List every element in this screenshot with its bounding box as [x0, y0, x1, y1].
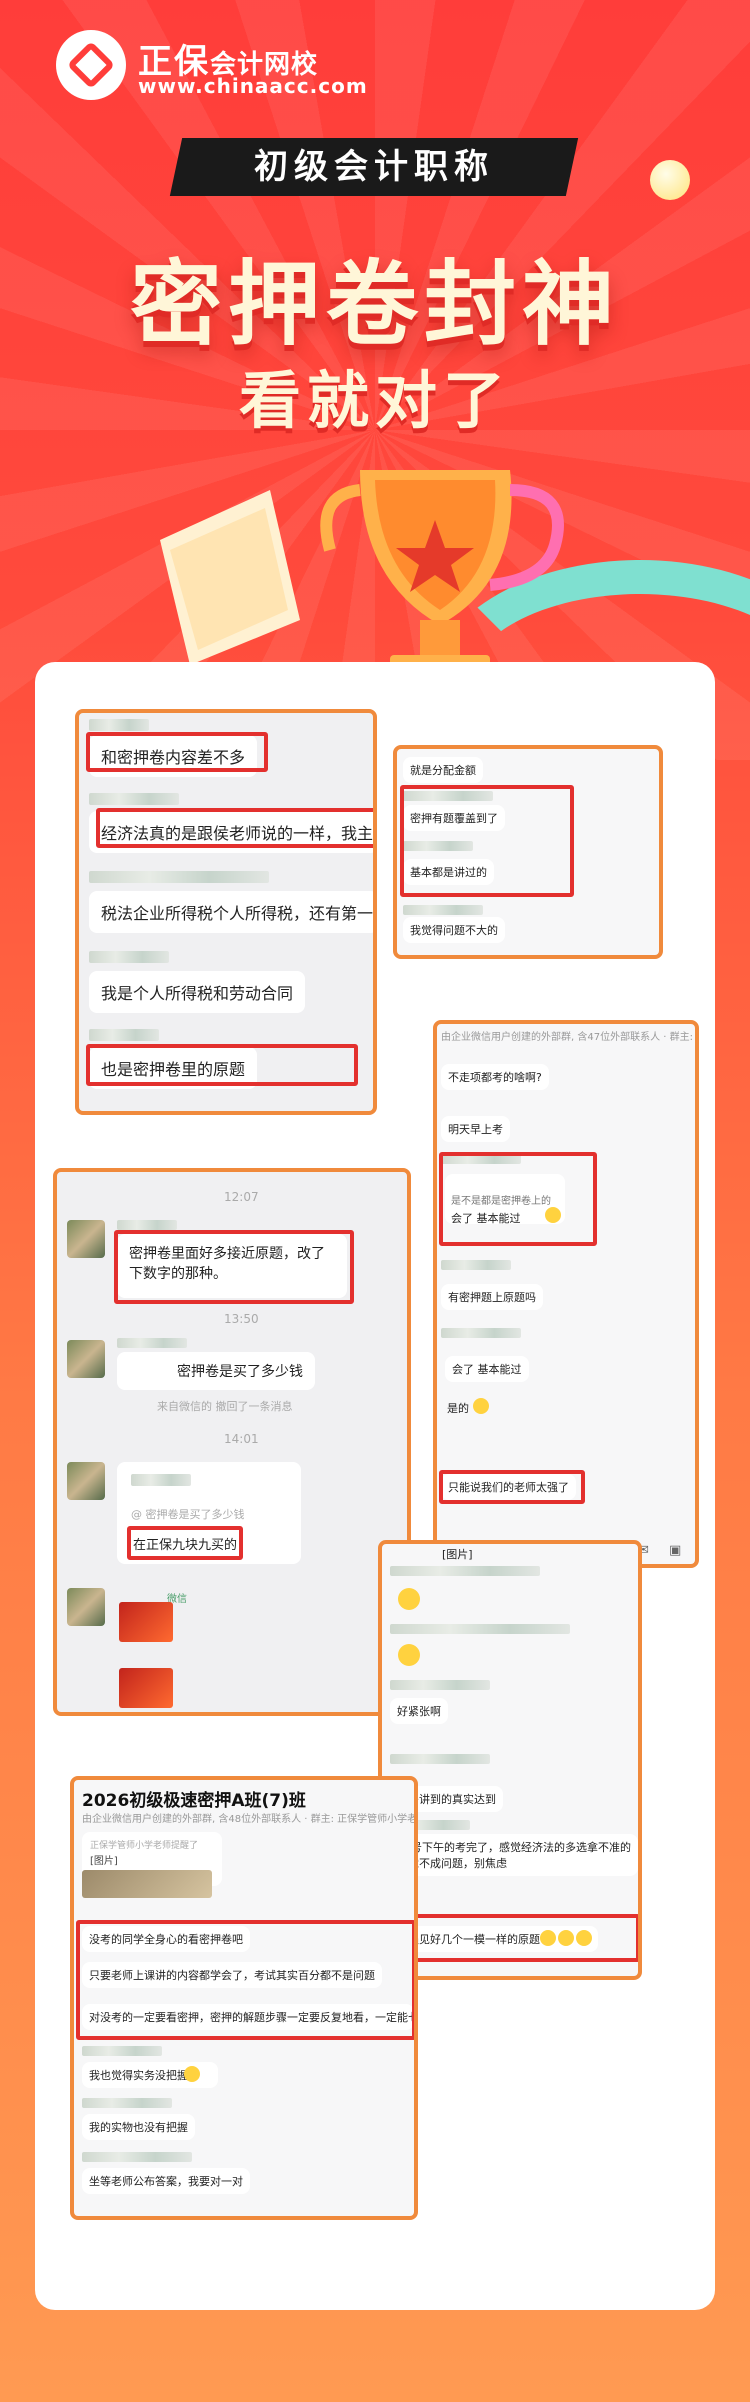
blurred-name — [89, 719, 149, 731]
chat-message: 税法企业所得税个人所得税，还有第一个 — [89, 891, 373, 933]
chat-message: 就是分配金额 — [403, 757, 483, 783]
laugh-emoji-icon — [398, 1588, 420, 1610]
chat-message: 我觉得问题不大的 — [403, 917, 505, 943]
group-title: 2026初级极速密押A班(7)班 — [82, 1791, 306, 1811]
timestamp: 14:01 — [224, 1432, 259, 1446]
blurred-name — [82, 2046, 162, 2056]
highlight-box — [384, 1914, 638, 1962]
chat-message: 坐等老师公布答案，我要对一对 — [82, 2168, 250, 2194]
blurred-name — [441, 1328, 521, 1338]
chat-screenshot-6: 2026初级极速密押A班(7)班 由企业微信用户创建的外部群, 含48位外部联系… — [70, 1776, 418, 2220]
blurred-name — [117, 1338, 187, 1348]
blurred-name — [390, 1624, 570, 1634]
highlight-box — [86, 1044, 358, 1086]
decor-ball-icon — [650, 160, 690, 200]
grin-emoji-icon — [184, 2066, 200, 2082]
product-image — [119, 1668, 173, 1708]
smile-emoji-icon — [398, 1644, 420, 1666]
chat-message: 是的 — [447, 1402, 469, 1415]
highlight-box — [439, 1470, 585, 1504]
chat-message: 我的实物也没有把握 — [82, 2114, 195, 2140]
chat-message: 好紧张啊 — [390, 1698, 448, 1724]
group-subtitle: 由企业微信用户创建的外部群, 含48位外部联系人 · 群主: 正保学管师小学老师… — [82, 1814, 418, 1825]
brand-logo-icon — [56, 30, 126, 100]
blurred-name — [131, 1474, 191, 1486]
quote-text: @ 密押卷是买了多少钱 — [131, 1508, 245, 1521]
highlight-box — [127, 1526, 243, 1560]
trophy-icon — [160, 470, 564, 680]
blurred-name — [89, 951, 169, 963]
timestamp: 12:07 — [224, 1190, 259, 1204]
blurred-name — [390, 1566, 540, 1576]
quote-text: 正保学管师小学老师提醒了 — [90, 1841, 199, 1851]
blurred-name — [390, 1754, 490, 1764]
quote-text: [图片] — [90, 1856, 118, 1867]
avatar — [67, 1220, 105, 1258]
avatar — [67, 1588, 105, 1626]
system-notice: 来自微信的 撤回了一条消息 — [157, 1400, 293, 1413]
blurred-name — [403, 905, 483, 915]
chat-message: 不走项都考的啥啊? — [441, 1064, 549, 1090]
avatar — [67, 1462, 105, 1500]
avatar — [67, 1340, 105, 1378]
highlight-box — [400, 785, 574, 897]
highlight-box — [439, 1152, 597, 1246]
blurred-name — [441, 1260, 511, 1270]
brand-url: www.chinaacc.com — [138, 74, 368, 98]
attached-image — [82, 1870, 212, 1898]
poster: 正保会计网校 www.chinaacc.com 初级会计职称 密押卷封神 看就对… — [0, 0, 750, 2402]
headline: 密押卷封神 — [129, 251, 620, 358]
subheadline: 看就对了 — [238, 364, 511, 437]
highlight-box — [96, 808, 373, 848]
blurred-name — [390, 1680, 490, 1690]
timestamp: 13:50 — [224, 1312, 259, 1326]
chat-message: 明天早上考 — [441, 1116, 510, 1142]
chat-message: 有密押题上原题吗 — [441, 1284, 543, 1310]
blurred-name — [89, 871, 269, 883]
blurred-name — [89, 1029, 159, 1041]
highlight-box — [86, 732, 268, 772]
highlight-box — [76, 1920, 414, 2040]
group-subtitle: 由企业微信用户创建的外部群, 含47位外部联系人 · 群主: 正保学 — [441, 1032, 699, 1043]
chat-message: 我是个人所得税和劳动合同 — [89, 971, 306, 1013]
chat-message: 密押卷是买了多少钱 — [117, 1352, 315, 1390]
highlight-box — [114, 1230, 354, 1304]
blurred-name — [82, 2152, 192, 2162]
category-ribbon: 初级会计职称 — [169, 138, 579, 196]
category-ribbon-text: 初级会计职称 — [254, 147, 494, 187]
chat-screenshot-4: 由企业微信用户创建的外部群, 含47位外部联系人 · 群主: 正保学 不走项都考… — [433, 1020, 699, 1568]
blurred-name — [117, 1220, 177, 1230]
chat-screenshot-3: 12:07 密押卷里面好多接近原题，改了下数字的那种。 13:50 密押卷是买了… — [53, 1168, 411, 1716]
grin-emoji-icon — [473, 1398, 489, 1414]
image-placeholder: [图片] — [442, 1548, 473, 1561]
chat-screenshot-1: 和密押卷内容差不多 经济法真的是跟侯老师说的一样，我主要 税法企业所得税个人所得… — [75, 709, 377, 1115]
chat-message: 16号下午的考完了，感觉经济法的多选拿不准的感觉不成问题，别焦虑 — [390, 1834, 638, 1876]
chat-message: 会了 基本能过 — [445, 1356, 529, 1382]
blurred-name — [89, 793, 179, 805]
product-image — [119, 1602, 173, 1642]
chat-screenshot-2: 就是分配金额 密押有题覆盖到了 基本都是讲过的 我觉得问题不大的 — [393, 745, 663, 959]
blurred-name — [82, 2098, 172, 2108]
